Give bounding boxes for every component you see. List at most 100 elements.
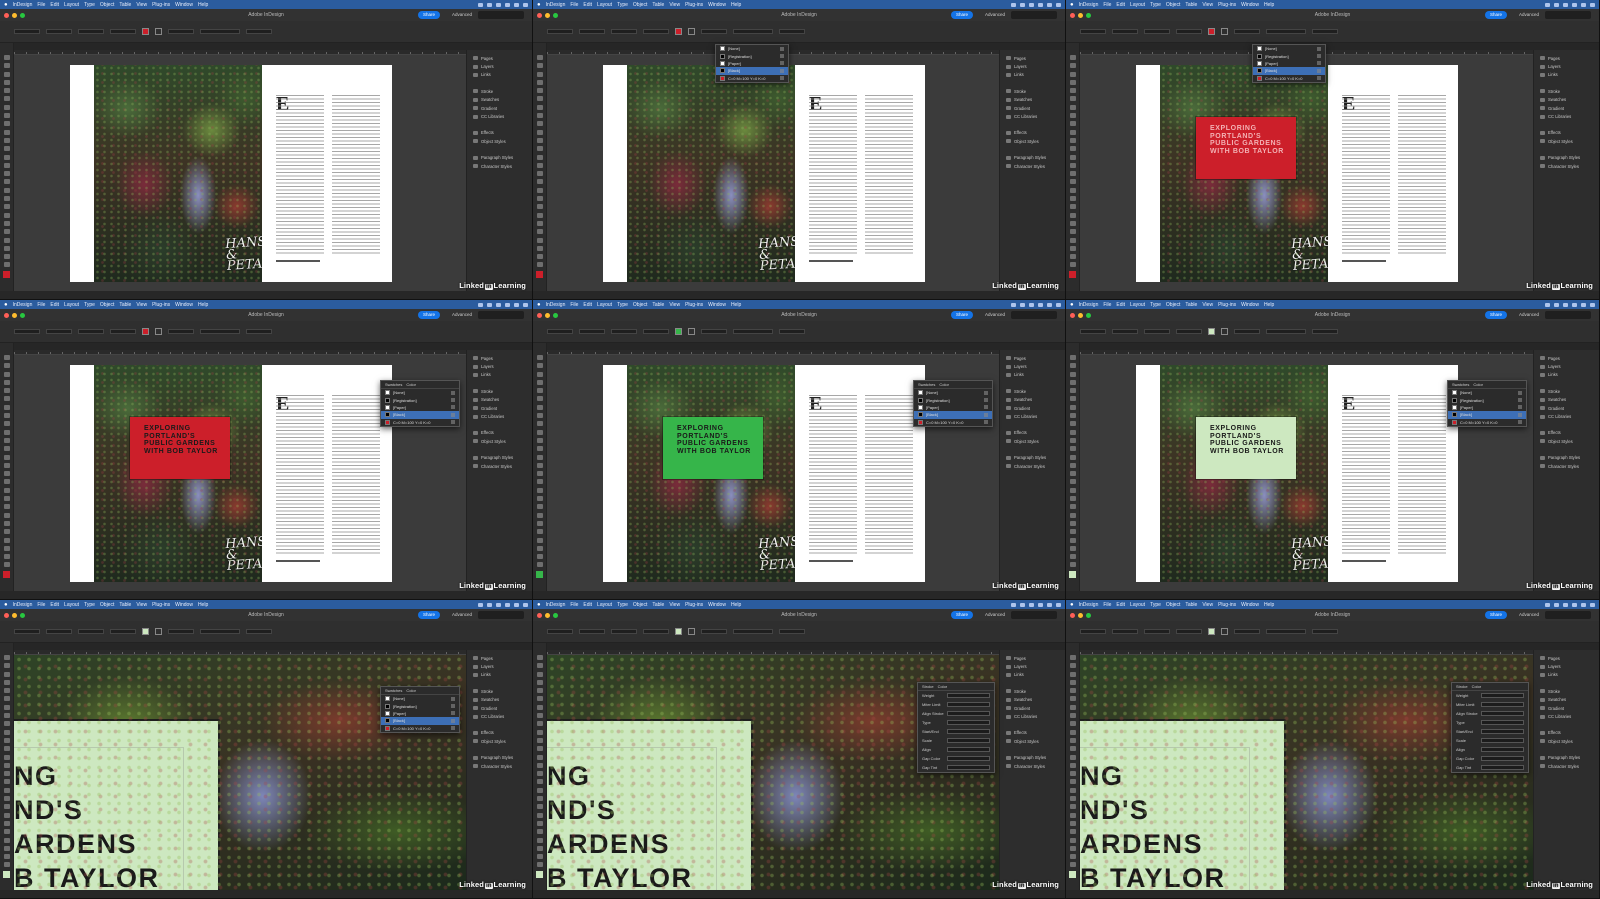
panel-tab[interactable]: Stroke [473,687,532,695]
close-window-icon[interactable] [1070,612,1075,618]
document-tab[interactable] [533,643,1065,650]
swatch-row[interactable]: [Paper] [914,404,992,411]
tool-icon[interactable] [536,413,543,419]
tool-icon[interactable] [536,663,543,669]
workspace-switcher[interactable]: Advanced [985,12,1005,17]
swatches-panel[interactable]: Swatches Color [None] [Registration] [Paper]… [380,380,460,427]
panel-tab[interactable]: CC Libraries [473,712,532,720]
opacity-field[interactable] [1312,329,1338,334]
fill-stroke-swatch-icon[interactable] [3,570,10,578]
document-tab[interactable] [1066,343,1599,350]
menu-item[interactable]: Type [617,302,628,308]
tool-icon[interactable] [3,721,10,727]
tool-icon[interactable] [1069,104,1076,110]
tool-icon[interactable] [536,396,543,402]
tool-icon[interactable] [1069,262,1076,268]
search-input[interactable] [1011,611,1057,619]
tool-icon[interactable] [536,371,543,377]
tool-icon[interactable] [536,55,543,60]
close-window-icon[interactable] [4,312,9,318]
swatch-row[interactable]: [Paper] [716,60,788,67]
tool-icon[interactable] [1069,413,1076,419]
share-button[interactable]: Share [950,611,973,619]
scale-field[interactable] [611,29,637,34]
panel-tab[interactable]: Layers [1540,362,1599,370]
tool-icon[interactable] [1069,363,1076,369]
stroke-type-select[interactable] [733,29,773,34]
opacity-field[interactable] [246,629,272,634]
tool-icon[interactable] [1069,496,1076,502]
tool-icon[interactable] [1069,379,1076,385]
menu-item[interactable]: Type [617,602,628,608]
menu-item[interactable]: Help [1264,302,1274,308]
stroke-panel[interactable]: Stroke Color Weight Miter Limit Align Stroke… [917,682,995,773]
tool-icon[interactable] [536,812,543,818]
panel-tab[interactable]: Stroke [1540,387,1599,395]
tool-icon[interactable] [536,162,543,168]
menu-item[interactable]: Layout [1130,2,1145,8]
stroke-option-field[interactable] [947,747,990,752]
tool-icon[interactable] [1069,713,1076,719]
workspace-switcher[interactable]: Advanced [1519,12,1539,17]
tool-icon[interactable] [536,820,543,826]
tool-icon[interactable] [536,737,543,743]
x-position-field[interactable] [547,329,573,334]
tool-icon[interactable] [536,854,543,860]
tool-icon[interactable] [536,671,543,677]
swatch-row[interactable]: [None] [1253,45,1325,52]
menu-item[interactable]: Window [1241,2,1259,8]
stroke-swatch-button[interactable] [155,328,162,335]
swatch-row[interactable]: [Black] [716,67,788,75]
swatch-row[interactable]: [None] [716,45,788,52]
panel-tab[interactable]: Paragraph Styles [1006,154,1065,162]
swatches-panel[interactable]: Swatches Color [None] [Registration] [Paper]… [913,380,993,427]
stroke-option-field[interactable] [947,756,990,761]
zoom-window-icon[interactable] [20,312,25,318]
opacity-field[interactable] [779,29,805,34]
tool-icon[interactable] [3,262,10,268]
tool-icon[interactable] [3,820,10,826]
search-input[interactable] [478,11,524,19]
menu-item[interactable]: Help [731,2,741,8]
panel-tab[interactable]: Effects [473,129,532,137]
tool-icon[interactable] [1069,771,1076,777]
tool-icon[interactable] [1069,454,1076,460]
panel-tab[interactable]: Swatches [1006,96,1065,104]
menu-item[interactable]: Table [1185,2,1197,8]
stroke-swatch-button[interactable] [688,328,695,335]
tool-icon[interactable] [536,688,543,694]
menu-item[interactable]: Help [198,302,208,308]
tool-icon[interactable] [1069,404,1076,410]
share-button[interactable]: Share [417,611,440,619]
tool-icon[interactable] [1069,154,1076,160]
stroke-swatch-button[interactable] [1221,628,1228,635]
menu-item[interactable]: File [570,302,578,308]
menu-item[interactable]: Plug-ins [152,2,170,8]
panel-tab[interactable]: Object Styles [1540,137,1599,145]
minimize-window-icon[interactable] [545,12,550,18]
menu-item[interactable]: Help [731,302,741,308]
swatch-dropdown[interactable]: [None] [Registration] [Paper] [Black] C=0 M=… [715,44,789,83]
workspace-switcher[interactable]: Advanced [1519,312,1539,317]
tool-icon[interactable] [3,96,10,102]
tool-icon[interactable] [536,529,543,535]
tool-icon[interactable] [3,512,10,518]
stroke-weight-field[interactable] [168,29,194,34]
tool-icon[interactable] [3,746,10,752]
tool-icon[interactable] [1069,679,1076,685]
tool-icon[interactable] [3,245,10,251]
fill-swatch-button[interactable] [1208,328,1215,335]
menu-item[interactable]: File [37,602,45,608]
tool-icon[interactable] [536,446,543,452]
swatch-row[interactable]: C=0 M=100 Y=0 K=0 [914,419,992,426]
swatch-row[interactable]: [Paper] [1253,60,1325,67]
tool-icon[interactable] [3,454,10,460]
swatch-row[interactable]: [Black] [381,411,459,419]
tool-icon[interactable] [1069,462,1076,468]
tool-icon[interactable] [1069,545,1076,551]
stroke-weight-field[interactable] [168,329,194,334]
tool-icon[interactable] [536,71,543,77]
menu-item[interactable]: View [136,302,147,308]
swatch-row[interactable]: C=0 M=100 Y=0 K=0 [381,725,459,732]
zoom-window-icon[interactable] [1086,12,1091,18]
